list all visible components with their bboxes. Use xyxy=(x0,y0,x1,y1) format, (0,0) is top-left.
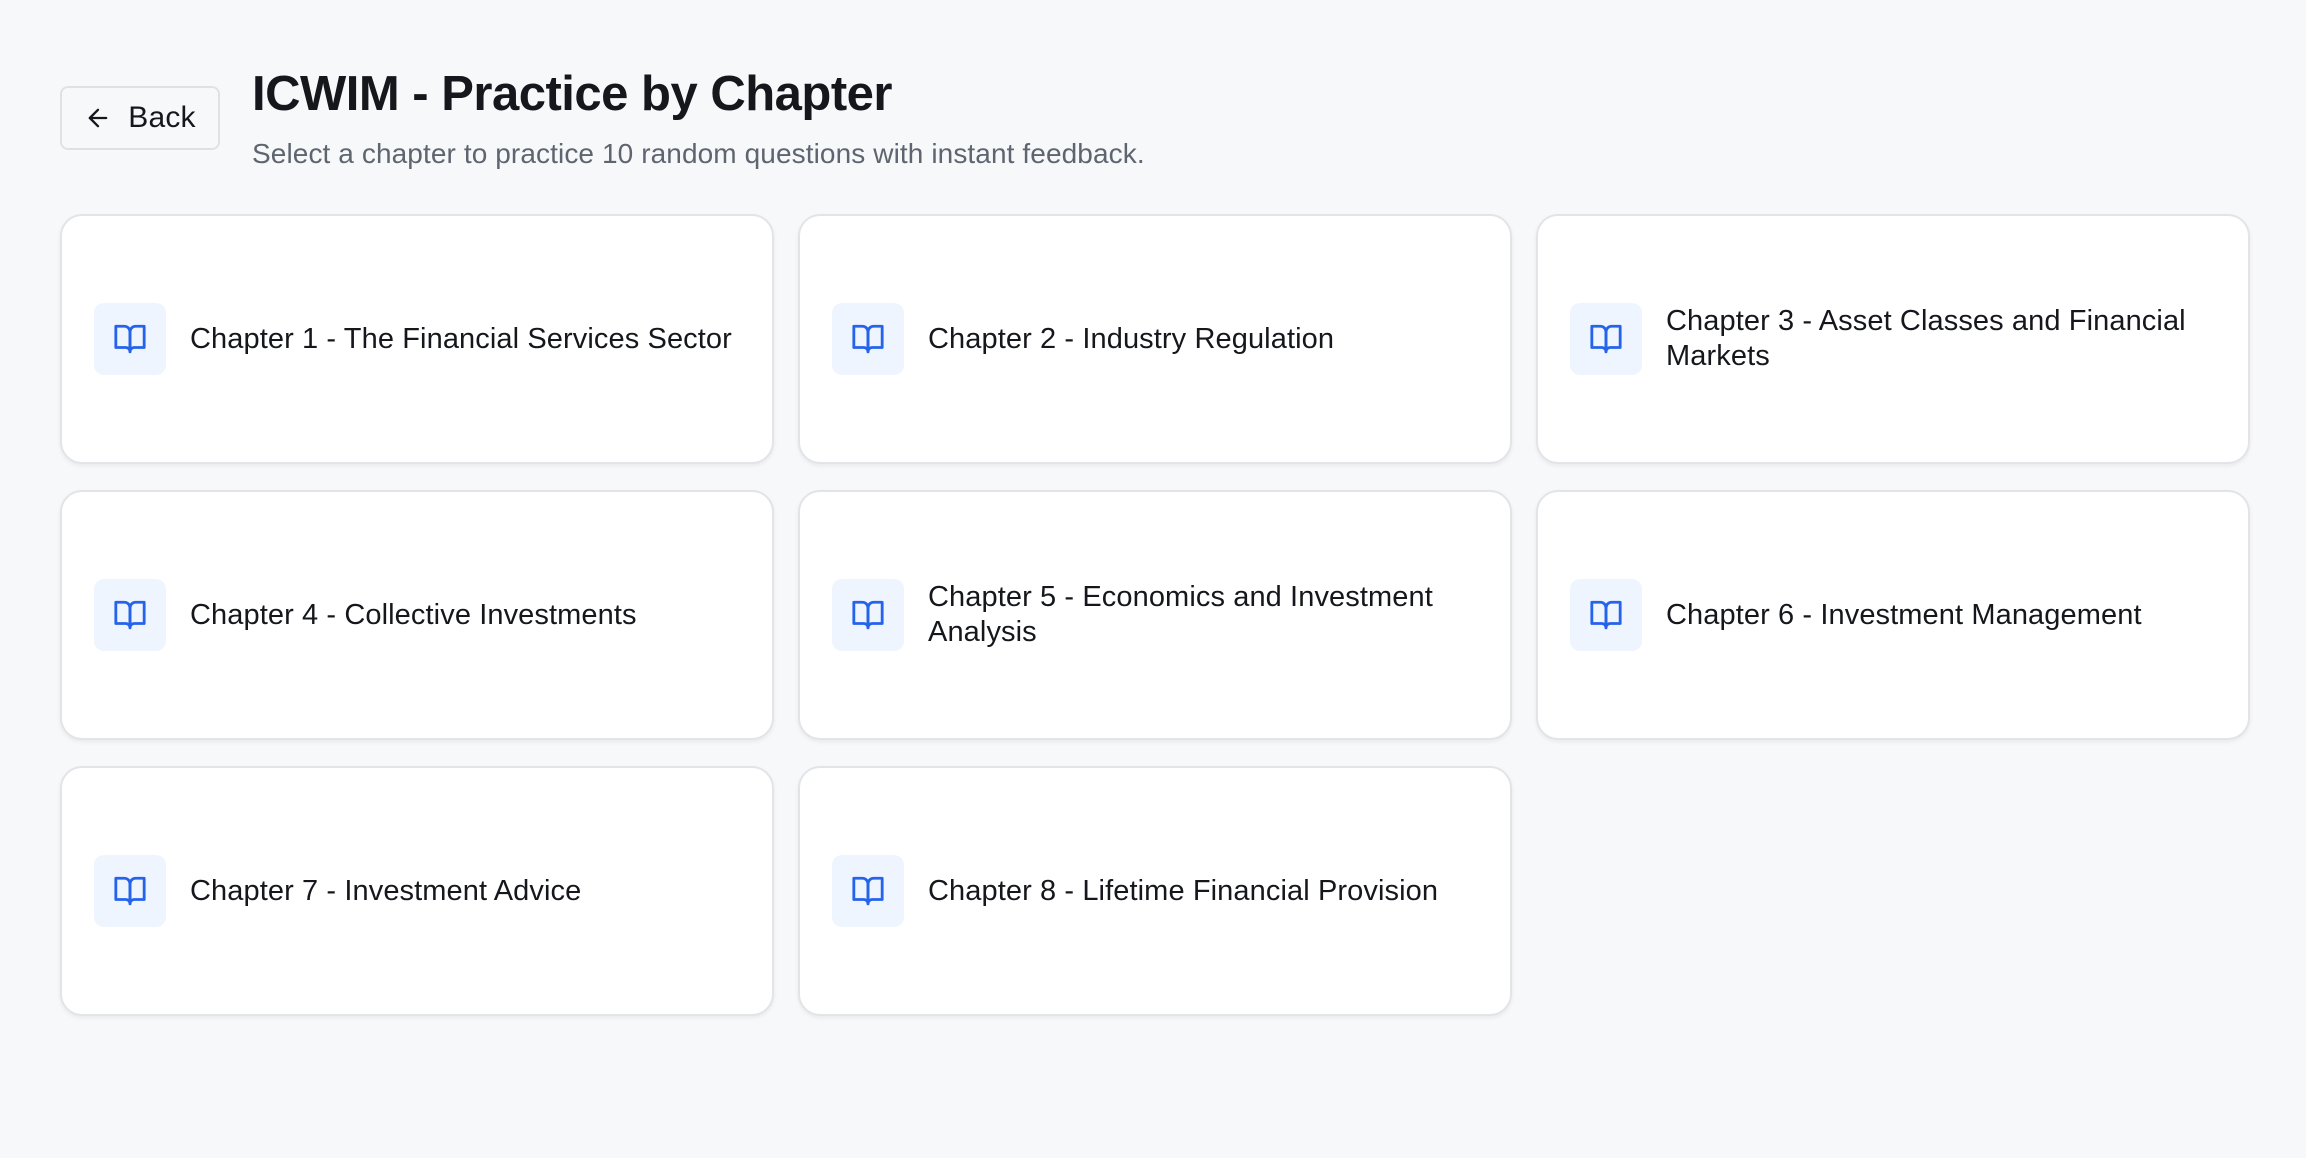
chapter-title: Chapter 5 - Economics and Investment Ana… xyxy=(928,581,1433,648)
book-open-icon xyxy=(1590,600,1622,630)
book-open-icon xyxy=(114,324,146,354)
title-block: ICWIM - Practice by Chapter Select a cha… xyxy=(252,66,1852,172)
page-header: Back ICWIM - Practice by Chapter Select … xyxy=(60,66,2250,176)
chapter-title: Chapter 4 - Collective Investments xyxy=(190,598,637,631)
chapter-title: Chapter 3 - Asset Classes and Financial … xyxy=(1666,305,2186,372)
page-title: ICWIM - Practice by Chapter xyxy=(252,67,892,121)
book-open-icon xyxy=(852,876,884,906)
chapter-card-5[interactable]: Chapter 5 - Economics and Investment Ana… xyxy=(798,490,1512,740)
chapter-icon-badge xyxy=(832,855,904,927)
chapter-icon-badge xyxy=(1570,579,1642,651)
chapter-icon-badge xyxy=(94,855,166,927)
book-open-icon xyxy=(1590,324,1622,354)
chapter-card-2[interactable]: Chapter 2 - Industry Regulation xyxy=(798,214,1512,464)
chapter-card-6[interactable]: Chapter 6 - Investment Management xyxy=(1536,490,2250,740)
chapter-card-4[interactable]: Chapter 4 - Collective Investments xyxy=(60,490,774,740)
arrow-left-icon xyxy=(88,108,108,128)
chapter-title: Chapter 6 - Investment Management xyxy=(1666,598,2142,631)
book-open-icon xyxy=(852,600,884,630)
chapter-grid: Chapter 1 - The Financial Services Secto… xyxy=(60,214,2250,1016)
chapter-card-7[interactable]: Chapter 7 - Investment Advice xyxy=(60,766,774,1016)
chapter-card-3[interactable]: Chapter 3 - Asset Classes and Financial … xyxy=(1536,214,2250,464)
book-open-icon xyxy=(852,324,884,354)
chapter-icon-badge xyxy=(832,579,904,651)
chapter-icon-badge xyxy=(832,303,904,375)
chapter-icon-badge xyxy=(94,303,166,375)
chapter-card-1[interactable]: Chapter 1 - The Financial Services Secto… xyxy=(60,214,774,464)
chapter-title: Chapter 7 - Investment Advice xyxy=(190,874,582,907)
chapter-icon-badge xyxy=(94,579,166,651)
chapter-title: Chapter 8 - Lifetime Financial Provision xyxy=(928,874,1439,907)
chapter-icon-badge xyxy=(1570,303,1642,375)
chapter-title: Chapter 2 - Industry Regulation xyxy=(928,322,1335,355)
page-subtitle: Select a chapter to practice 10 random q… xyxy=(252,138,1145,169)
book-open-icon xyxy=(114,876,146,906)
back-button[interactable]: Back xyxy=(60,86,220,150)
page: Back ICWIM - Practice by Chapter Select … xyxy=(60,0,2250,1158)
back-button-label: Back xyxy=(128,101,196,134)
book-open-icon xyxy=(114,600,146,630)
chapter-title: Chapter 1 - The Financial Services Secto… xyxy=(190,322,732,355)
chapter-card-8[interactable]: Chapter 8 - Lifetime Financial Provision xyxy=(798,766,1512,1016)
